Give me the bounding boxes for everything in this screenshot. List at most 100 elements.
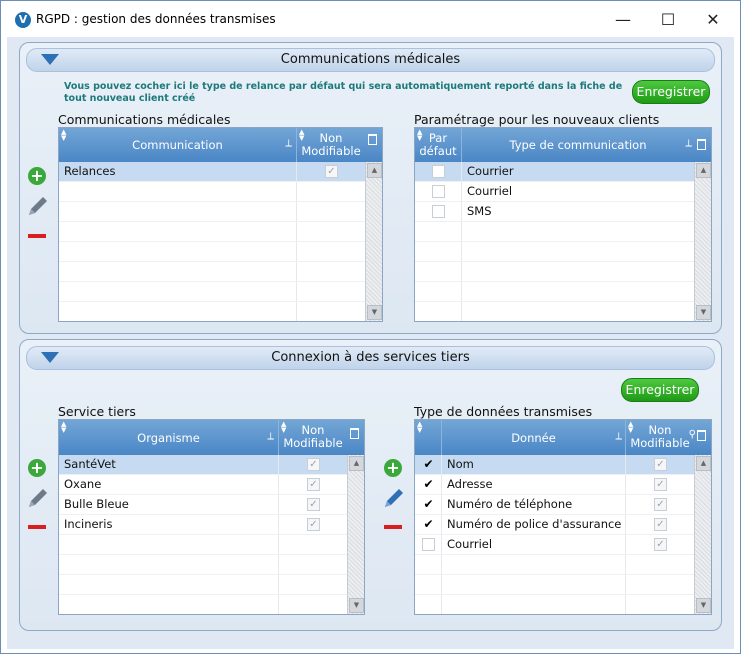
cell-donnee: Numéro de téléphone bbox=[442, 495, 626, 514]
column-header-donnee[interactable]: Donnée ⟂ bbox=[442, 420, 626, 455]
scroll-down-icon[interactable]: ▼ bbox=[367, 305, 382, 320]
cell-default bbox=[415, 202, 462, 221]
trash-icon[interactable] bbox=[697, 139, 706, 150]
table-row[interactable]: Incineris ✓ bbox=[59, 515, 347, 535]
sort-arrows-icon[interactable]: ▲ ▼ bbox=[61, 421, 66, 434]
section-header-third-party[interactable]: Connexion à des services tiers bbox=[26, 346, 715, 370]
close-button[interactable]: ✕ bbox=[690, 7, 736, 33]
column-header-locked[interactable]: Non Modifiable ▲ ▼ bbox=[297, 128, 365, 162]
locked-checkbox[interactable]: ✓ bbox=[307, 518, 320, 531]
maximize-button[interactable]: ☐ bbox=[645, 7, 691, 33]
app-logo-icon: V bbox=[15, 12, 31, 28]
data-checkbox[interactable]: ✔ bbox=[423, 458, 434, 470]
add-icon[interactable]: + bbox=[28, 459, 46, 477]
locked-checkbox[interactable]: ✓ bbox=[307, 458, 320, 471]
locked-checkbox[interactable]: ✓ bbox=[654, 458, 667, 471]
locked-checkbox[interactable]: ✓ bbox=[307, 498, 320, 511]
save-button[interactable]: Enregistrer bbox=[632, 80, 710, 104]
section-header-communications[interactable]: Communications médicales bbox=[26, 48, 715, 72]
table-row[interactable]: SMS bbox=[415, 202, 694, 222]
empty-row bbox=[59, 595, 347, 614]
table-row[interactable]: Courrier bbox=[415, 162, 694, 182]
table-row[interactable]: SantéVet ✓ bbox=[59, 455, 347, 475]
vertical-scrollbar[interactable]: ▲ ▼ bbox=[365, 162, 382, 321]
column-header-type[interactable]: Type de communication ⟂ bbox=[462, 128, 694, 162]
locked-checkbox[interactable]: ✓ bbox=[654, 478, 667, 491]
default-checkbox[interactable] bbox=[432, 165, 445, 178]
sort-arrows-icon[interactable]: ▲ ▼ bbox=[61, 129, 66, 142]
column-header-check[interactable]: ▲ ▼ bbox=[415, 420, 442, 455]
save-button[interactable]: Enregistrer bbox=[621, 378, 699, 402]
locked-checkbox[interactable]: ✓ bbox=[654, 498, 667, 511]
column-header-default[interactable]: Par défaut ▲ ▼ bbox=[415, 128, 462, 162]
scroll-up-icon[interactable]: ▲ bbox=[696, 163, 711, 178]
table-row[interactable]: ✔ Nom ✓ bbox=[415, 455, 694, 475]
scroll-up-icon[interactable]: ▲ bbox=[696, 456, 711, 471]
scroll-down-icon[interactable]: ▼ bbox=[696, 305, 711, 320]
column-header-organisme[interactable]: Organisme ▲ ▼ ⟂ bbox=[59, 420, 279, 455]
delete-icon[interactable] bbox=[28, 234, 46, 238]
add-icon[interactable]: + bbox=[384, 459, 402, 477]
minimize-button[interactable]: — bbox=[600, 7, 646, 33]
table-row[interactable]: ✔ Numéro de téléphone ✓ bbox=[415, 495, 694, 515]
cell-check: ✔ bbox=[415, 515, 442, 534]
empty-row bbox=[59, 262, 365, 282]
vertical-scrollbar[interactable]: ▲ ▼ bbox=[694, 455, 711, 614]
default-checkbox[interactable] bbox=[432, 185, 445, 198]
cell-type: SMS bbox=[467, 204, 492, 218]
section-third-party: Connexion à des services tiers Enregistr… bbox=[19, 339, 722, 631]
filter-icon[interactable]: ⟂ bbox=[285, 138, 292, 149]
cell-check: ✔ bbox=[415, 495, 442, 514]
table-row[interactable]: Oxane ✓ bbox=[59, 475, 347, 495]
table-row[interactable]: Relances ✓ bbox=[59, 162, 365, 182]
empty-row bbox=[415, 222, 694, 242]
data-checkbox[interactable] bbox=[422, 538, 435, 551]
scroll-up-icon[interactable]: ▲ bbox=[367, 163, 382, 178]
app-window: V RGPD : gestion des données transmises … bbox=[0, 0, 741, 654]
table-row[interactable]: Courriel ✓ bbox=[415, 535, 694, 555]
locked-checkbox[interactable]: ✓ bbox=[654, 518, 667, 531]
edit-pencil-icon[interactable] bbox=[26, 194, 50, 218]
info-note: Vous pouvez cocher ici le type de relanc… bbox=[64, 81, 623, 104]
data-checkbox[interactable]: ✔ bbox=[423, 518, 434, 530]
default-checkbox[interactable] bbox=[432, 205, 445, 218]
filter-icon[interactable]: ⟂ bbox=[685, 138, 692, 149]
locked-checkbox[interactable]: ✓ bbox=[307, 478, 320, 491]
scroll-up-icon[interactable]: ▲ bbox=[349, 456, 364, 471]
filter-icon[interactable]: ⟂ bbox=[267, 431, 274, 442]
sort-arrows-icon[interactable]: ▲ ▼ bbox=[281, 421, 286, 434]
filter-icon[interactable]: ⟂ bbox=[615, 431, 622, 442]
add-icon[interactable]: + bbox=[28, 167, 46, 185]
trash-icon[interactable] bbox=[697, 430, 706, 441]
column-header-communication[interactable]: Communication ▲ ▼ ⟂ bbox=[59, 128, 297, 162]
cell-locked: ✓ bbox=[626, 475, 694, 494]
table-row[interactable]: ✔ Numéro de police d'assurance ✓ bbox=[415, 515, 694, 535]
grid-header: Par défaut ▲ ▼ Type de communication ⟂ bbox=[415, 128, 711, 162]
column-header-locked[interactable]: Non Modifiable ▲ ▼ bbox=[279, 420, 347, 455]
sort-arrows-icon[interactable]: ▲ ▼ bbox=[299, 129, 304, 142]
table-row[interactable]: Bulle Bleue ✓ bbox=[59, 495, 347, 515]
trash-icon[interactable] bbox=[368, 134, 377, 145]
data-checkbox[interactable]: ✔ bbox=[423, 498, 434, 510]
delete-icon[interactable] bbox=[384, 525, 402, 529]
grid-header: Organisme ▲ ▼ ⟂ Non Modifiable ▲ ▼ bbox=[59, 420, 364, 455]
scroll-down-icon[interactable]: ▼ bbox=[696, 598, 711, 613]
trash-icon[interactable] bbox=[350, 428, 359, 439]
edit-pencil-icon[interactable] bbox=[382, 486, 406, 510]
table-row[interactable]: Courriel bbox=[415, 182, 694, 202]
delete-icon[interactable] bbox=[28, 525, 46, 529]
locked-checkbox[interactable]: ✓ bbox=[654, 538, 667, 551]
locked-checkbox[interactable]: ✓ bbox=[325, 165, 338, 178]
sort-arrows-icon[interactable]: ▲ ▼ bbox=[628, 421, 633, 434]
sort-arrows-icon[interactable]: ▲ ▼ bbox=[417, 421, 422, 434]
table-row[interactable]: ✔ Adresse ✓ bbox=[415, 475, 694, 495]
sort-arrows-icon[interactable]: ▲ ▼ bbox=[417, 129, 422, 142]
edit-pencil-icon[interactable] bbox=[26, 486, 50, 510]
search-key-icon[interactable]: ⚲ bbox=[689, 429, 696, 440]
column-header-locked[interactable]: Non Modifiable ▲ ▼ bbox=[626, 420, 694, 455]
scroll-down-icon[interactable]: ▼ bbox=[349, 598, 364, 613]
data-checkbox[interactable]: ✔ bbox=[423, 478, 434, 490]
vertical-scrollbar[interactable]: ▲ ▼ bbox=[347, 455, 364, 614]
grid-label-new-clients: Paramétrage pour les nouveaux clients bbox=[414, 112, 660, 127]
vertical-scrollbar[interactable]: ▲ ▼ bbox=[694, 162, 711, 321]
